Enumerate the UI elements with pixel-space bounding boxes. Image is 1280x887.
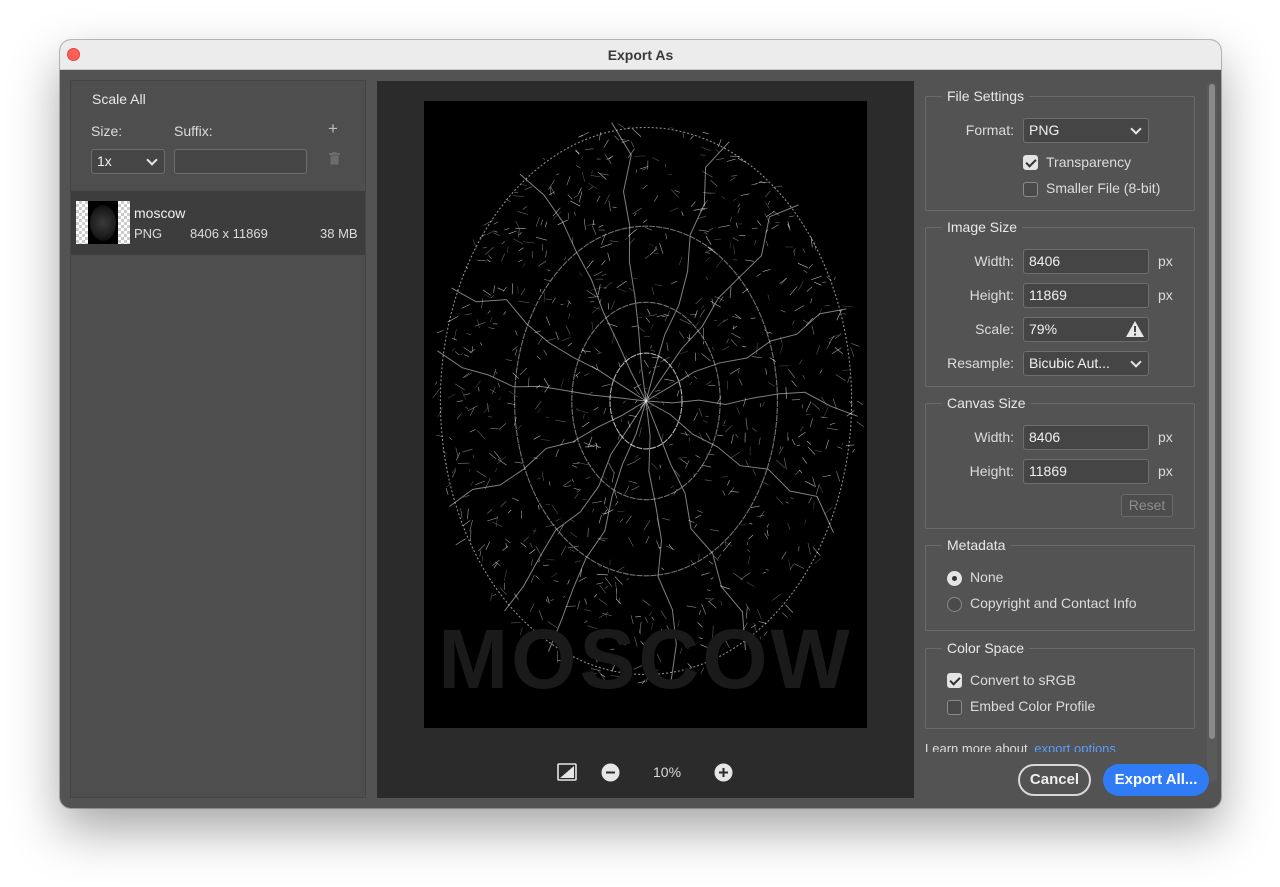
settings-panel: File Settings Format: PNG Transparency S… <box>925 82 1205 752</box>
smaller-file-checkbox[interactable] <box>1023 182 1038 197</box>
reset-button[interactable]: Reset <box>1121 494 1173 517</box>
resample-label: Resample: <box>947 355 1014 371</box>
metadata-copyright-radio[interactable] <box>947 597 962 612</box>
metadata-copyright-label: Copyright and Contact Info <box>970 595 1137 611</box>
settings-scrollbar-thumb[interactable] <box>1209 84 1215 739</box>
canvas-width-input[interactable]: 8406 <box>1023 425 1149 450</box>
suffix-label: Suffix: <box>174 123 213 139</box>
warning-icon[interactable] <box>1125 320 1145 338</box>
settings-scrollbar[interactable] <box>1207 82 1217 782</box>
zoom-out-icon[interactable] <box>601 763 620 782</box>
asset-file-size: 38 MB <box>320 226 358 241</box>
size-label: Size: <box>91 123 123 139</box>
export-dialog: Export As Scale All Size: Suffix: + 1x m… <box>60 40 1221 808</box>
canvas-size-title: Canvas Size <box>942 395 1031 411</box>
image-width-unit: px <box>1158 253 1173 269</box>
metadata-none-radio[interactable] <box>947 571 962 586</box>
image-height-input[interactable]: 11869 <box>1023 283 1149 308</box>
cancel-button[interactable]: Cancel <box>1018 764 1091 796</box>
title-bar: Export As <box>60 40 1221 70</box>
smaller-file-label: Smaller File (8-bit) <box>1046 180 1161 196</box>
asset-name: moscow <box>134 205 186 221</box>
embed-profile-label: Embed Color Profile <box>970 698 1096 714</box>
embed-profile-checkbox[interactable] <box>947 700 962 715</box>
export-options-link[interactable]: export options <box>1034 741 1116 752</box>
add-scale-icon[interactable]: + <box>328 119 338 139</box>
asset-row[interactable]: moscow PNG 8406 x 11869 38 MB <box>71 191 365 255</box>
learn-more-text: Learn more about export options <box>925 741 1116 752</box>
scale-panel: Scale All Size: Suffix: + 1x moscow PNG … <box>70 80 366 798</box>
preview-area: MOSCOW 10% <box>377 81 914 798</box>
asset-thumbnail <box>76 201 130 244</box>
image-height-unit: px <box>1158 287 1173 303</box>
canvas-width-unit: px <box>1158 429 1173 445</box>
watermark-text: MOSCOW <box>438 612 853 706</box>
metadata-none-label: None <box>970 569 1004 585</box>
preview-image: MOSCOW <box>424 101 867 728</box>
scale-label: Scale: <box>975 321 1014 337</box>
transparency-label: Transparency <box>1046 154 1132 170</box>
learn-more-prefix: Learn more about <box>925 741 1028 752</box>
image-width-input[interactable]: 8406 <box>1023 249 1149 274</box>
canvas-width-label: Width: <box>974 429 1014 445</box>
close-window-button[interactable] <box>67 48 80 61</box>
image-height-label: Height: <box>969 287 1014 303</box>
color-space-group <box>925 648 1195 729</box>
convert-srgb-checkbox[interactable] <box>947 673 962 688</box>
metadata-group <box>925 545 1195 631</box>
zoom-level: 10% <box>653 764 682 780</box>
transparency-checkbox[interactable] <box>1023 155 1038 170</box>
zoom-toolbar: 10% <box>377 761 914 785</box>
format-label: Format: <box>965 122 1014 138</box>
toggle-preview-icon[interactable] <box>557 763 577 781</box>
image-width-label: Width: <box>974 253 1014 269</box>
asset-format: PNG <box>134 226 163 241</box>
image-size-title: Image Size <box>942 219 1023 235</box>
scale-all-title: Scale All <box>87 91 151 107</box>
suffix-input[interactable] <box>174 149 307 174</box>
resample-select[interactable]: Bicubic Aut... <box>1023 351 1149 376</box>
convert-srgb-label: Convert to sRGB <box>970 672 1076 688</box>
file-settings-title: File Settings <box>942 88 1030 104</box>
asset-dimensions: 8406 x 11869 <box>190 226 268 241</box>
canvas-height-unit: px <box>1158 463 1173 479</box>
trash-icon[interactable] <box>329 152 340 165</box>
export-all-button[interactable]: Export All... <box>1103 764 1209 796</box>
size-select[interactable]: 1x <box>91 149 165 174</box>
zoom-in-icon[interactable] <box>714 763 733 782</box>
color-space-title: Color Space <box>942 640 1030 656</box>
format-select[interactable]: PNG <box>1023 118 1149 143</box>
metadata-title: Metadata <box>942 537 1011 553</box>
canvas-height-input[interactable]: 11869 <box>1023 459 1149 484</box>
window-title: Export As <box>607 47 674 63</box>
canvas-height-label: Height: <box>969 463 1014 479</box>
